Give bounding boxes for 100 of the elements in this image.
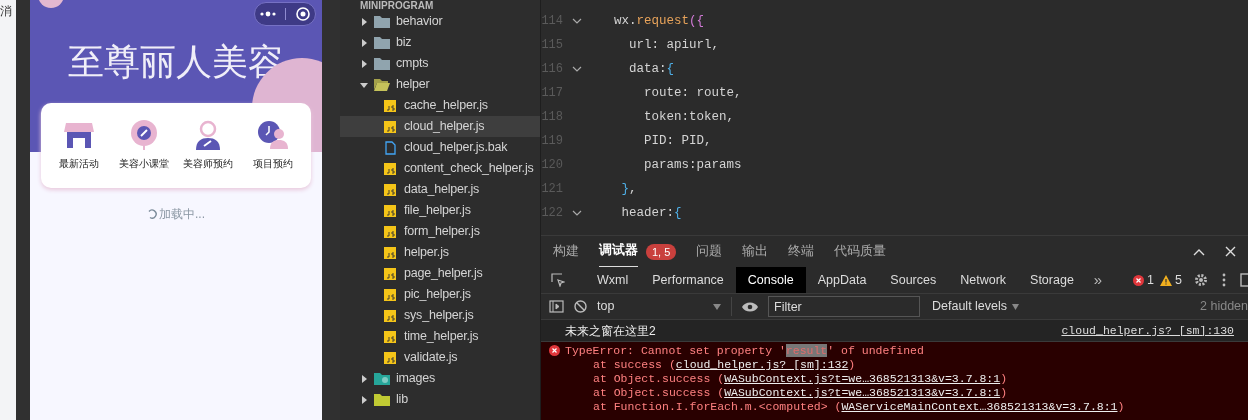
js-file-icon <box>384 120 396 133</box>
collapsed-arrow-icon[interactable] <box>360 395 368 404</box>
sidebar-toggle-icon[interactable] <box>549 300 564 313</box>
more-vertical-icon[interactable] <box>1222 273 1226 287</box>
image-folder-icon <box>374 372 390 385</box>
log-message: 未来之窗在这里2 <box>565 322 656 340</box>
more-dots-icon[interactable] <box>259 11 276 17</box>
tree-item[interactable]: file_helper.js <box>340 200 540 221</box>
collapsed-arrow-icon[interactable] <box>360 17 368 26</box>
panel-tab[interactable]: Console <box>735 267 806 293</box>
js-file-icon <box>384 309 396 322</box>
tool-tab[interactable]: 构建 <box>553 236 579 267</box>
tree-item[interactable]: cloud_helper.js <box>340 116 540 137</box>
hidden-count: 2 hidden <box>1200 298 1248 316</box>
file-name: file_helper.js <box>404 202 471 220</box>
shop-icon <box>64 121 95 149</box>
close-icon[interactable] <box>1225 246 1236 257</box>
source-link[interactable]: WAServiceMainContext…368521313&v=3.7.8:1 <box>841 400 1118 413</box>
more-tabs[interactable]: » <box>1093 268 1103 292</box>
tree-item[interactable]: validate.js <box>340 347 540 368</box>
js-file-icon <box>384 288 396 301</box>
panel-tab[interactable]: Network <box>948 267 1019 293</box>
panel-tab[interactable]: Sources <box>878 267 949 293</box>
code-line: url: apiurl, <box>628 36 720 54</box>
chevron-up-icon[interactable] <box>1193 247 1205 256</box>
code-line: header:{ <box>620 204 682 222</box>
panel-tab[interactable]: AppData <box>805 267 879 293</box>
tree-item[interactable]: helper <box>340 74 540 95</box>
menu-item[interactable]: 最新活动 <box>48 120 111 171</box>
tool-tab[interactable]: 问题 <box>696 236 723 267</box>
folder-icon <box>374 36 390 49</box>
js-file-icon <box>384 99 396 112</box>
tree-item[interactable]: cloud_helper.js.bak <box>340 137 540 158</box>
code-line: data:{ <box>628 60 675 78</box>
expanded-arrow-icon[interactable] <box>360 80 368 89</box>
file-name: sys_helper.js <box>404 307 474 325</box>
tree-item[interactable]: images <box>340 368 540 389</box>
panel-tab[interactable]: Storage <box>1018 267 1086 293</box>
tree-item[interactable]: time_helper.js <box>340 326 540 347</box>
js-file-icon <box>384 204 396 217</box>
tree-item[interactable]: lib <box>340 389 540 410</box>
panel-tab[interactable]: Performance <box>640 267 736 293</box>
dock-icon[interactable] <box>1240 273 1248 287</box>
tree-item[interactable]: pic_helper.js <box>340 284 540 305</box>
tool-tab[interactable]: 代码质量 <box>834 236 887 267</box>
side-text: 消 <box>0 4 13 18</box>
tree-item[interactable]: behavior <box>340 11 540 32</box>
js-file-icon <box>384 225 396 238</box>
stack-frame: at success (cloud_helper.js? [sm]:132) <box>549 358 1248 371</box>
explorer-header: MINIPROGRAM <box>360 0 434 11</box>
js-file-icon <box>384 330 396 343</box>
code-line: route: route, <box>643 84 742 102</box>
collapsed-arrow-icon[interactable] <box>360 38 368 47</box>
tree-item[interactable]: page_helper.js <box>340 263 540 284</box>
levels-dropdown[interactable]: Default levels <box>932 297 1020 316</box>
tree-item[interactable]: biz <box>340 32 540 53</box>
tree-item[interactable]: sys_helper.js <box>340 305 540 326</box>
tool-tab[interactable]: 终端 <box>788 236 815 267</box>
caret-icon <box>1012 303 1020 310</box>
source-link[interactable]: WASubContext.js?t=we…368521313&v=3.7.8:1 <box>724 386 1001 399</box>
collapsed-arrow-icon[interactable] <box>360 374 368 383</box>
folder-icon <box>374 15 390 28</box>
fold-chevron-icon[interactable] <box>572 18 582 24</box>
close-target-icon[interactable] <box>296 7 311 21</box>
js-file-icon <box>384 246 396 259</box>
tree-item[interactable]: data_helper.js <box>340 179 540 200</box>
code-line: }, <box>620 180 637 198</box>
inspect-cursor-icon[interactable] <box>551 273 565 287</box>
clear-console-icon[interactable] <box>574 300 587 313</box>
source-link[interactable]: cloud_helper.js? [sm]:130 <box>1061 321 1234 340</box>
source-link[interactable]: WASubContext.js?t=we…368521313&v=3.7.8:1 <box>724 372 1001 385</box>
fold-chevron-icon[interactable] <box>572 210 582 216</box>
file-name: validate.js <box>404 349 458 367</box>
tool-tab[interactable]: 输出 <box>742 236 769 267</box>
error-count: 1 <box>1147 271 1155 289</box>
file-name: cmpts <box>396 55 429 73</box>
tree-item[interactable]: helper.js <box>340 242 540 263</box>
fold-chevron-icon[interactable] <box>572 66 582 72</box>
code-line: token:token, <box>643 108 735 126</box>
file-name: lib <box>396 391 408 409</box>
context-select[interactable]: top <box>597 297 732 316</box>
file-name: biz <box>396 34 412 52</box>
settings-icon[interactable] <box>1194 273 1208 287</box>
panel-tab[interactable]: Wxml <box>585 267 641 293</box>
menu-item[interactable]: 美容小课堂 <box>112 120 175 171</box>
menu-item[interactable]: 项目预约 <box>241 120 304 171</box>
menu-item[interactable]: 美容师预约 <box>177 120 240 171</box>
tree-item[interactable]: content_check_helper.js <box>340 158 540 179</box>
collapsed-arrow-icon[interactable] <box>360 59 368 68</box>
error-message: TypeError: Cannot set property 'result' of undefined <box>565 344 924 357</box>
source-link[interactable]: cloud_helper.js? [sm]:132 <box>675 358 849 371</box>
tree-item[interactable]: cmpts <box>340 53 540 74</box>
eye-icon[interactable] <box>742 301 758 312</box>
loading-text: 加载中... <box>159 206 205 223</box>
tree-item[interactable]: form_helper.js <box>340 221 540 242</box>
tree-item[interactable]: cache_helper.js <box>340 95 540 116</box>
code-line: params:params <box>643 156 742 174</box>
stack-frame: at Object.success (WASubContext.js?t=we…368521313&v=3.7.8:1) <box>549 372 1248 385</box>
warning-count: 5 <box>1175 271 1182 289</box>
filter-field[interactable]: Filter <box>768 296 920 317</box>
